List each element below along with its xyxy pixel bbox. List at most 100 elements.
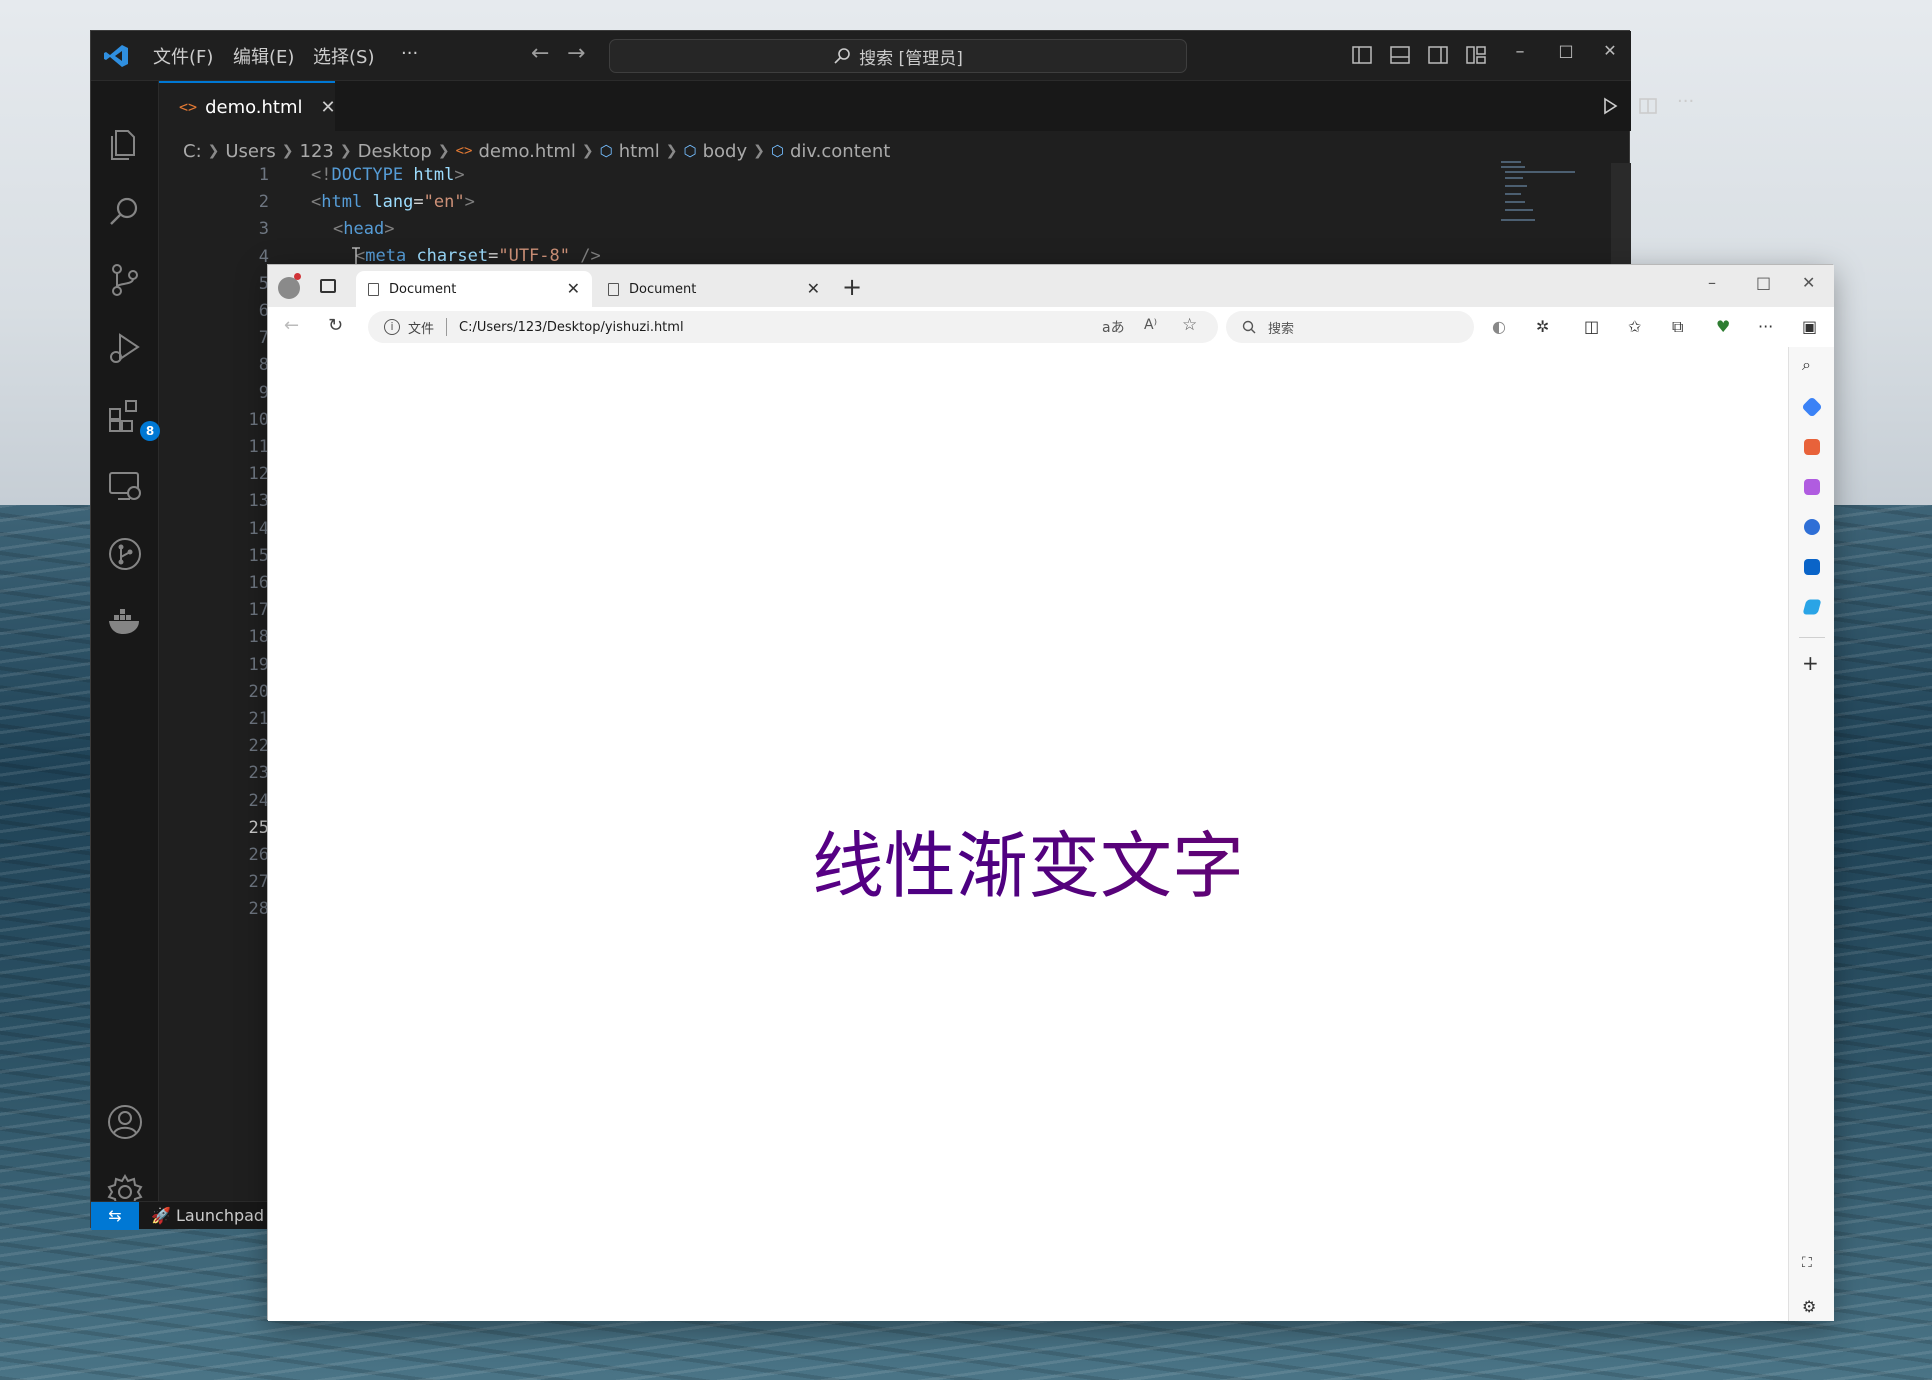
code-token: >: [384, 219, 395, 239]
line-number: 22: [248, 736, 269, 757]
split-editor-icon[interactable]: [1639, 97, 1657, 115]
line-number: 10: [248, 409, 269, 430]
more-actions-icon[interactable]: ···: [1677, 91, 1694, 112]
toggle-primary-sidebar-icon[interactable]: [1351, 44, 1373, 66]
sidebar-toggle-icon[interactable]: ▣: [1802, 317, 1817, 336]
toggle-panel-icon[interactable]: [1389, 44, 1411, 66]
breadcrumb-div-content[interactable]: div.content: [790, 141, 890, 162]
run-play-icon[interactable]: [1601, 97, 1619, 115]
git-graph-icon[interactable]: [106, 535, 144, 573]
favorites-icon[interactable]: ✩: [1628, 317, 1641, 336]
minimap-line: [1505, 209, 1533, 211]
close-window-icon[interactable]: ✕: [1802, 273, 1815, 292]
code-token: <: [311, 192, 322, 212]
drop-send-icon[interactable]: [1802, 599, 1822, 615]
address-url[interactable]: C:/Users/123/Desktop/yishuzi.html: [459, 320, 684, 335]
minimize-icon[interactable]: –: [1509, 41, 1531, 63]
document-icon: [608, 282, 619, 296]
code-token: html: [321, 192, 363, 212]
code-token: />: [570, 246, 601, 266]
menu-file[interactable]: 文件(F): [153, 43, 213, 69]
settings-more-icon[interactable]: ···: [1758, 317, 1773, 336]
browser-tab-1[interactable]: Document ✕: [356, 271, 592, 307]
accounts-icon[interactable]: [106, 1103, 144, 1141]
extensions-puzzle-icon[interactable]: ✲: [1536, 317, 1549, 336]
customize-layout-icon[interactable]: [1465, 44, 1487, 66]
screenshot-capture-icon[interactable]: ⛶: [1802, 1255, 1812, 1271]
search-activity-icon[interactable]: [106, 193, 144, 231]
translate-icon[interactable]: aあ: [1102, 317, 1125, 337]
back-arrow-icon[interactable]: ←: [284, 315, 299, 336]
breadcrumb-file[interactable]: demo.html: [478, 141, 575, 162]
browser-tab-2[interactable]: Document ✕: [596, 271, 832, 307]
browser-search-box[interactable]: 搜索: [1226, 311, 1474, 343]
line-number: 12: [248, 464, 269, 485]
sidebar-settings-icon[interactable]: ⚙: [1802, 1297, 1816, 1316]
line-number: 24: [248, 790, 269, 811]
launchpad-status[interactable]: 🚀 Launchpad: [151, 1206, 264, 1225]
maximize-icon[interactable]: □: [1756, 273, 1771, 292]
line-number: 4: [258, 246, 269, 267]
source-control-icon[interactable]: [106, 261, 144, 299]
favorite-star-icon[interactable]: ☆: [1182, 315, 1197, 335]
forward-arrow-icon[interactable]: →: [567, 41, 585, 66]
extensions-icon[interactable]: 8: [106, 397, 160, 441]
minimap[interactable]: [1501, 161, 1581, 231]
menu-more[interactable]: ···: [401, 43, 418, 64]
add-sidebar-app-icon[interactable]: +: [1802, 651, 1819, 675]
html-file-icon: <>: [455, 143, 473, 159]
code-token: charset: [406, 246, 489, 266]
explorer-icon[interactable]: [106, 125, 144, 163]
breadcrumb-123[interactable]: 123: [300, 141, 334, 162]
breadcrumb-drive[interactable]: C:: [183, 141, 202, 162]
breadcrumb-desktop[interactable]: Desktop: [358, 141, 432, 162]
line-number: 7: [258, 328, 269, 349]
code-line-2: <html lang="en">: [311, 192, 475, 212]
tab-close-icon[interactable]: ✕: [807, 279, 820, 298]
chevron-right-icon: ❯: [437, 143, 450, 159]
tracking-prevention-icon[interactable]: ◐: [1492, 317, 1506, 336]
microsoft-365-icon[interactable]: [1804, 519, 1820, 535]
line-number: 5: [258, 273, 269, 294]
outlook-icon[interactable]: [1804, 559, 1820, 575]
address-bar[interactable]: i 文件 C:/Users/123/Desktop/yishuzi.html: [368, 311, 1218, 343]
tab-close-icon[interactable]: ✕: [321, 97, 336, 118]
minimap-line: [1505, 193, 1521, 195]
collections-icon[interactable]: ⧉: [1672, 317, 1683, 337]
chevron-right-icon: ❯: [665, 143, 678, 159]
toggle-secondary-sidebar-icon[interactable]: [1427, 44, 1449, 66]
new-tab-button[interactable]: +: [842, 273, 862, 301]
site-info-icon[interactable]: i: [384, 319, 400, 335]
remote-explorer-icon[interactable]: [106, 467, 144, 505]
breadcrumb-users[interactable]: Users: [225, 141, 275, 162]
read-aloud-icon[interactable]: A⁾: [1144, 317, 1157, 333]
back-arrow-icon[interactable]: ←: [531, 41, 549, 66]
close-window-icon[interactable]: ✕: [1599, 41, 1621, 63]
run-and-debug-icon[interactable]: [106, 329, 144, 367]
tab-demo-html[interactable]: <> demo.html ✕: [159, 81, 336, 131]
search-icon: [834, 48, 850, 64]
code-token: =: [413, 192, 424, 212]
command-center-search[interactable]: 搜索 [管理员]: [609, 39, 1187, 73]
remote-indicator-icon[interactable]: ⇆: [91, 1202, 139, 1230]
maximize-icon[interactable]: □: [1555, 41, 1577, 63]
menu-selection[interactable]: 选择(S): [313, 43, 374, 69]
code-line-3: <head>: [333, 219, 394, 239]
browser-tab-label: Document: [389, 281, 457, 297]
sidebar-search-icon[interactable]: ⌕: [1802, 355, 1811, 375]
minimize-icon[interactable]: –: [1708, 273, 1716, 292]
split-screen-icon[interactable]: ◫: [1584, 317, 1599, 336]
breadcrumb-html[interactable]: html: [619, 141, 660, 162]
docker-icon[interactable]: [106, 603, 144, 641]
browser-essentials-icon[interactable]: ♥: [1716, 317, 1730, 336]
refresh-icon[interactable]: ↻: [328, 315, 343, 336]
designer-icon[interactable]: [1804, 479, 1820, 495]
shopping-tag-icon[interactable]: [1801, 396, 1823, 418]
tab-actions-icon[interactable]: [320, 279, 336, 293]
line-number: 1: [258, 165, 269, 185]
tools-briefcase-icon[interactable]: [1804, 439, 1820, 455]
breadcrumb-body[interactable]: body: [703, 141, 748, 162]
tab-close-icon[interactable]: ✕: [567, 279, 580, 298]
menu-edit[interactable]: 编辑(E): [233, 43, 294, 69]
profile-avatar[interactable]: [278, 277, 300, 299]
